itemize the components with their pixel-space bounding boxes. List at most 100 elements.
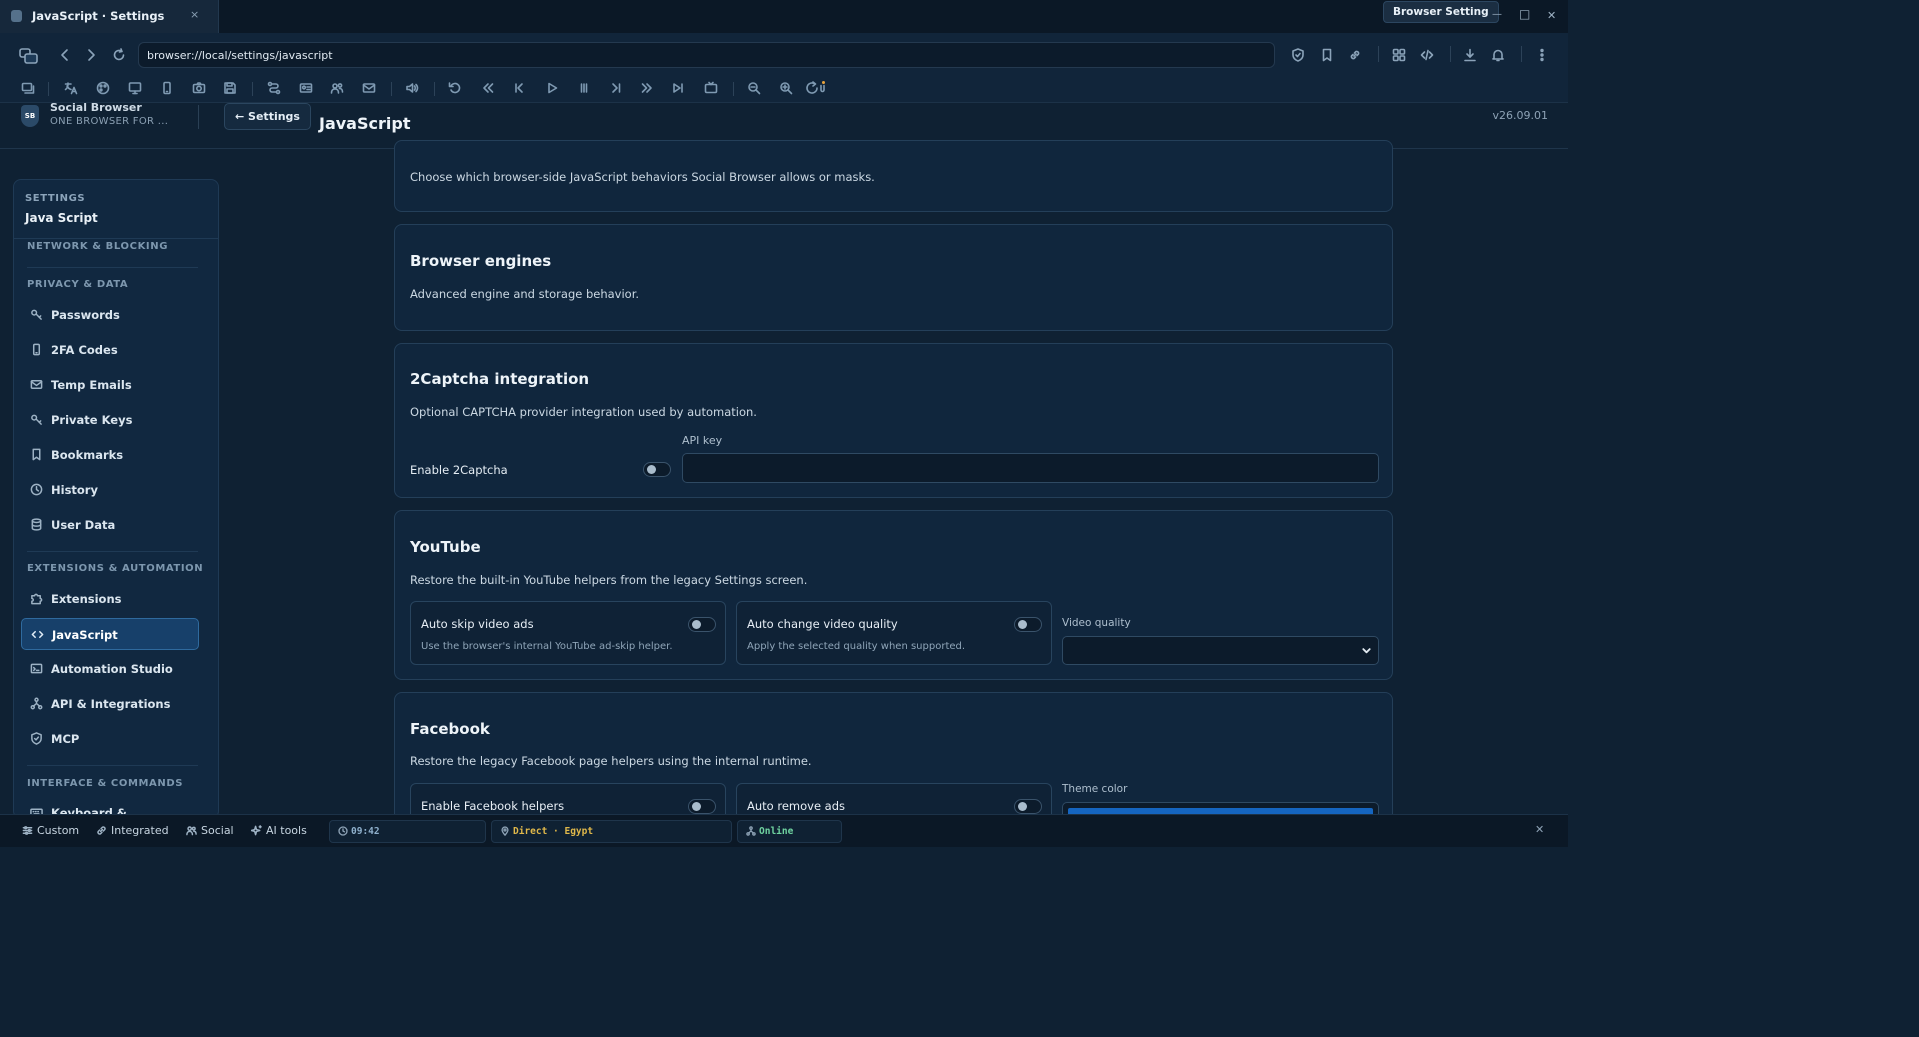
monitor-icon[interactable]: [128, 81, 142, 95]
more-menu-icon[interactable]: [1535, 48, 1549, 62]
sidebar-item-label: MCP: [51, 732, 80, 746]
sidebar-kicker: SETTINGS: [25, 193, 86, 204]
zoom-out-icon[interactable]: [747, 81, 761, 95]
sidebar-item-label: Passwords: [51, 308, 120, 322]
url-field[interactable]: browser://local/settings/javascript: [138, 42, 1275, 68]
sidebar-item-automation-studio[interactable]: Automation Studio: [21, 653, 199, 685]
sidebar-item-bookmarks[interactable]: Bookmarks: [21, 439, 199, 471]
key-icon: [31, 309, 42, 320]
network-icon: [746, 826, 756, 836]
connection-pill[interactable]: Direct · Egypt: [491, 820, 732, 843]
theme-color-label: Theme color: [1062, 783, 1128, 795]
sidebar-item-label: User Data: [51, 518, 116, 532]
play-icon[interactable]: [545, 81, 559, 95]
video-quality-select[interactable]: [1062, 636, 1379, 665]
rewind-icon[interactable]: [481, 81, 495, 95]
clock-time: 09:42: [351, 826, 380, 837]
mail-icon: [30, 380, 43, 389]
auto-skip-ads-toggle[interactable]: [688, 617, 716, 632]
sidebar-item-label: 2FA Codes: [51, 343, 118, 357]
url-text[interactable]: browser://local/settings/javascript: [147, 49, 333, 62]
integrated-button[interactable]: Integrated: [96, 824, 169, 837]
version-label: v26.09.01: [1492, 109, 1549, 122]
back-icon[interactable]: [58, 48, 72, 62]
devtools-code-icon[interactable]: [1420, 48, 1434, 62]
key-icon: [31, 414, 42, 425]
undo-icon[interactable]: [448, 81, 462, 95]
skip-back-icon[interactable]: [512, 81, 526, 95]
page-title: JavaScript: [319, 114, 411, 133]
bookmark-icon[interactable]: [1320, 48, 1334, 62]
minimize-button[interactable]: —: [1492, 9, 1502, 20]
tab-close-button[interactable]: ×: [190, 8, 199, 21]
auto-change-quality-toggle[interactable]: [1014, 617, 1042, 632]
address-row: browser://local/settings/javascript: [0, 33, 1568, 75]
tv-icon[interactable]: [704, 81, 718, 95]
mobile-icon[interactable]: [160, 81, 174, 95]
palette-icon[interactable]: [96, 81, 110, 95]
facebook-helpers-title: Enable Facebook helpers: [421, 799, 565, 813]
sidebar-item-mcp[interactable]: MCP: [21, 723, 199, 755]
pause-icon[interactable]: [577, 81, 591, 95]
sidebar-item-api-integrations[interactable]: API & Integrations: [21, 688, 199, 720]
chevron-down-icon: [1362, 648, 1371, 654]
shield-check-icon[interactable]: [1291, 48, 1305, 62]
download-icon[interactable]: [1463, 48, 1477, 62]
browser-setting-button[interactable]: Browser Setting: [1383, 1, 1499, 23]
social-label: Social: [201, 824, 234, 837]
users-icon[interactable]: [330, 81, 344, 95]
auto-skip-ads-title: Auto skip video ads: [421, 617, 534, 631]
forward-icon[interactable]: [84, 48, 98, 62]
fast-forward-icon[interactable]: [640, 81, 654, 95]
clock-pill: 09:42: [329, 820, 486, 843]
enable-2captcha-toggle[interactable]: [643, 462, 671, 477]
title-bar: JavaScript · Settings × Browser Setting …: [0, 0, 1568, 33]
api-key-input[interactable]: [682, 453, 1379, 483]
route-icon[interactable]: [267, 81, 281, 95]
reload-icon[interactable]: [112, 48, 126, 62]
auto-remove-ads-toggle[interactable]: [1014, 799, 1042, 814]
ai-tools-button[interactable]: AI tools: [251, 824, 307, 837]
auto-skip-ads-description: Use the browser's internal YouTube ad-sk…: [421, 641, 673, 652]
facebook-helpers-toggle[interactable]: [688, 799, 716, 814]
extensions-icon[interactable]: [1392, 48, 1406, 62]
social-button[interactable]: Social: [186, 824, 234, 837]
bookmark-icon: [32, 448, 41, 461]
sidebar-item-label: JavaScript: [52, 628, 118, 642]
sidebar-item-extensions[interactable]: Extensions: [21, 583, 199, 615]
bell-icon[interactable]: [1491, 48, 1505, 62]
captcha-description: Optional CAPTCHA provider integration us…: [410, 405, 757, 419]
location-pin-icon: [501, 826, 509, 836]
enable-2captcha-label: Enable 2Captcha: [410, 463, 508, 477]
sidebar-item-javascript[interactable]: JavaScript: [21, 618, 199, 650]
id-card-icon[interactable]: [299, 81, 313, 95]
sidebar-item-passwords[interactable]: Passwords: [21, 299, 199, 331]
custom-button[interactable]: Custom: [22, 824, 79, 837]
window-close-button[interactable]: ✕: [1547, 9, 1556, 22]
browser-tab[interactable]: JavaScript · Settings ×: [0, 0, 219, 33]
sidebar-item-2fa-codes[interactable]: 2FA Codes: [21, 334, 199, 366]
sidebar-item-user-data[interactable]: User Data: [21, 509, 199, 541]
auto-skip-ads-option: Auto skip video ads Use the browser's in…: [410, 601, 726, 665]
camera-icon[interactable]: [192, 81, 206, 95]
save-icon[interactable]: [223, 81, 237, 95]
mail-icon[interactable]: [362, 81, 376, 95]
sidebar-item-label: API & Integrations: [51, 697, 171, 711]
sidebar-item-history[interactable]: History: [21, 474, 199, 506]
back-to-settings-button[interactable]: ← Settings: [224, 103, 311, 130]
step-forward-icon[interactable]: [609, 81, 623, 95]
sidebar-toggle-icon[interactable]: [19, 48, 39, 64]
maximize-button[interactable]: □: [1519, 7, 1530, 21]
sidebar-item-private-keys[interactable]: Private Keys: [21, 404, 199, 436]
zoom-in-icon[interactable]: [779, 81, 793, 95]
sidebar-item-temp-emails[interactable]: Temp Emails: [21, 369, 199, 401]
windows-icon[interactable]: [21, 81, 35, 95]
section-extensions-automation: EXTENSIONS & AUTOMATION: [27, 563, 204, 574]
section-network-blocking[interactable]: NETWORK & BLOCKING: [27, 241, 168, 252]
volume-icon[interactable]: [405, 81, 419, 95]
skip-forward-icon[interactable]: [671, 81, 685, 95]
translate-icon[interactable]: [64, 81, 78, 95]
sync-icon[interactable]: [805, 81, 827, 95]
link-icon[interactable]: [1348, 48, 1362, 62]
statusbar-close-button[interactable]: ✕: [1535, 823, 1544, 836]
